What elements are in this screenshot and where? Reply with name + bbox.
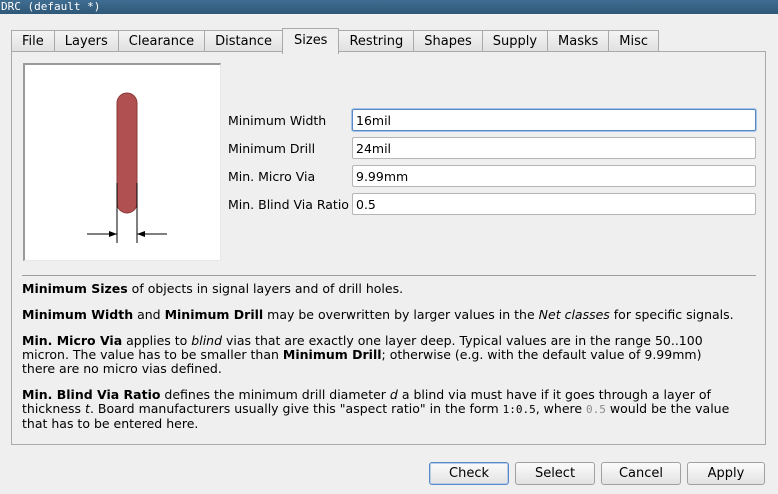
minimum-width-label: Minimum Width [228,113,327,128]
description-width-drill: Minimum Width and Minimum Drill may be o… [22,307,734,322]
description-micro-via: Min. Micro Via applies to blind vias tha… [22,333,703,376]
min-blind-via-ratio-label: Min. Blind Via Ratio [228,197,349,212]
select-button[interactable]: Select [515,462,595,485]
window-title: DRC (default *) [0,0,778,14]
check-button[interactable]: Check [429,462,509,485]
separator [22,275,756,276]
tab-bar: File Layers Clearance Distance Sizes Res… [11,28,660,54]
description-blind-via-ratio: Min. Blind Via Ratio defines the minimum… [22,387,730,431]
description-minimum-sizes: Minimum Sizes of objects in signal layer… [22,281,404,296]
apply-button[interactable]: Apply [687,462,765,485]
minimum-drill-label: Minimum Drill [228,141,316,156]
preview-image [23,63,221,261]
tab-sizes[interactable]: Sizes [282,28,340,54]
min-blind-via-ratio-input[interactable] [352,193,756,215]
minimum-width-input[interactable] [352,109,756,131]
cancel-button[interactable]: Cancel [601,462,681,485]
min-micro-via-input[interactable] [352,165,756,187]
sizes-panel: Minimum Width Minimum Drill Min. Micro V… [11,51,766,445]
minimum-drill-input[interactable] [352,137,756,159]
via-width-diagram-icon [87,92,167,243]
min-micro-via-label: Min. Micro Via [228,169,316,184]
